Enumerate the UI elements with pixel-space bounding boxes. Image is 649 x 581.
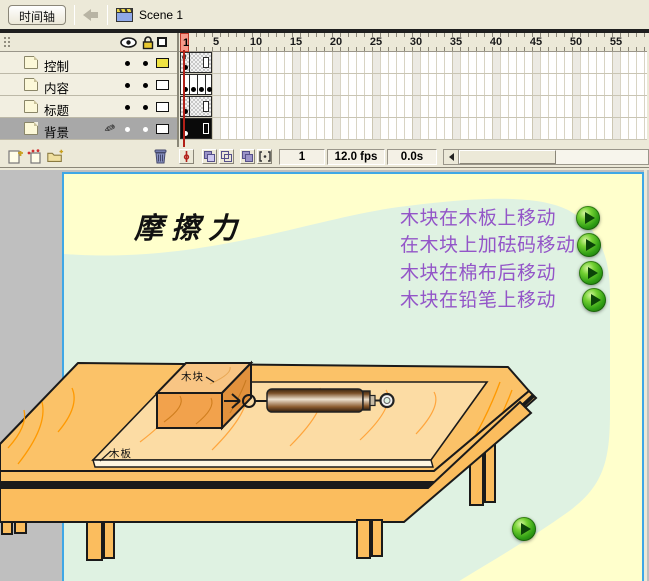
layer-row-2[interactable]: 内容 [0,74,177,96]
back-arrow-icon[interactable] [83,8,99,21]
ruler-number: 25 [369,36,383,48]
separator [107,4,109,25]
layer-page-icon [24,56,38,69]
play-button-3[interactable] [579,261,603,285]
ruler-number: 50 [569,36,583,48]
layer-list: 控制内容标题背景 ✎ [0,33,179,147]
layer-visibility-dot[interactable] [125,83,130,88]
lock-icon[interactable] [142,36,154,50]
layer-header [0,33,177,52]
separator [74,4,76,25]
layer-row-3[interactable]: 标题 [0,96,177,118]
elapsed-time-field: 0.0s [387,148,437,165]
frames-row[interactable] [180,74,647,96]
layer-page-icon [24,78,38,91]
ruler-number: 15 [289,36,303,48]
play-button-2[interactable] [577,233,601,257]
layer-row-4[interactable]: 背景 ✎ [0,118,177,140]
insert-layer-folder-icon[interactable] [46,149,64,164]
frames-area: 1510152025303540455055 1 a [179,33,647,147]
insert-layer-icon[interactable] [6,149,24,164]
onion-skin-button[interactable] [202,149,217,164]
scroll-left-arrow[interactable] [444,149,459,164]
board-label: 木板 [109,448,132,460]
block-label: 木块 [181,371,204,383]
layer-visibility-dot[interactable] [125,105,130,110]
layer-visibility-dot[interactable] [125,127,130,132]
ruler-number: 10 [249,36,263,48]
layer-name: 内容 [44,82,70,96]
layer-name: 控制 [44,60,70,74]
onion-skin-outlines-button[interactable] [219,149,234,164]
frame-ruler[interactable]: 1510152025303540455055 1 [179,33,647,52]
play-button-1[interactable] [576,206,600,230]
delete-layer-trash-icon[interactable] [152,148,169,165]
frames-row[interactable] [180,118,647,140]
layer-outline-swatch[interactable] [156,58,169,68]
playhead[interactable] [183,50,185,147]
timeline-scrollbar[interactable] [443,148,649,165]
center-frame-button[interactable] [179,149,194,164]
layer-row-1[interactable]: 控制 [0,52,177,74]
page-title: 摩擦力 [134,213,246,245]
current-frame-field[interactable]: 1 [279,148,325,165]
scrollbar-thumb[interactable] [459,149,556,164]
play-button-4[interactable] [582,288,606,312]
menu-item-label: 木块在棉布后移动 [400,263,557,284]
ruler-number: 35 [449,36,463,48]
frames-row[interactable] [180,96,647,118]
flash-authoring-window: 时间轴 Scene 1 控制 内容 标题 背景 ✎ 5 10 15 20 25 … [0,0,649,581]
frames-grid[interactable]: a [180,52,647,140]
scene-clapperboard-icon [116,7,134,22]
ruler-number: 30 [409,36,423,48]
edit-pencil-icon: ✎ [101,119,118,138]
layer-name: 背景 [44,126,70,140]
ruler-number: 5 [212,36,220,48]
frame-rate-field[interactable]: 12.0 fps [327,148,385,165]
edit-multiple-frames-button[interactable] [240,149,255,164]
panel-grip-icon[interactable] [3,36,11,49]
ruler-number: 40 [489,36,503,48]
timeline-titlebar: 时间轴 Scene 1 [0,0,649,29]
scene-breadcrumb[interactable]: Scene 1 [139,8,183,22]
layer-lock-dot[interactable] [143,105,148,110]
frames-row[interactable]: a [180,52,647,74]
timeline-statusbar: 1 12.0 fps 0.0s [0,147,649,166]
layer-toolbar [0,147,179,166]
layer-outline-swatch[interactable] [156,102,169,112]
layer-lock-dot[interactable] [143,83,148,88]
menu-item-label: 木块在木板上移动 [400,208,557,229]
menu-item-label: 在木块上加砝码移动 [400,235,576,256]
menu-item-label: 木块在铅笔上移动 [400,290,557,311]
ruler-number: 45 [529,36,543,48]
show-hide-eye-icon[interactable] [120,37,137,48]
ruler-number: 55 [609,36,623,48]
layer-outline-swatch[interactable] [156,80,169,90]
add-motion-guide-icon[interactable] [26,149,44,164]
layer-page-icon [24,100,38,113]
layer-visibility-dot[interactable] [125,61,130,66]
stage-pasteboard: 摩擦力 木块在木板上移动在木块上加砝码移动木块在棉布后移动木块在铅笔上移动 [0,170,649,581]
timeline-panel-tab[interactable]: 时间轴 [8,4,67,25]
stage[interactable]: 摩擦力 木块在木板上移动 在木块上加砝码移动 木块在棉布后移动 木块在铅笔上移动 [62,172,644,581]
layer-name: 标题 [44,104,70,118]
outline-view-icon[interactable] [157,37,167,47]
layer-lock-dot[interactable] [143,127,148,132]
layer-lock-dot[interactable] [143,61,148,66]
replay-button[interactable] [512,517,536,541]
modify-onion-markers-button[interactable] [257,149,272,164]
timeline-panel: 控制内容标题背景✎ 1510152025303540455055 1 a [0,33,649,147]
layer-page-icon [24,122,38,135]
layer-outline-swatch[interactable] [156,124,169,134]
ruler-number: 20 [329,36,343,48]
